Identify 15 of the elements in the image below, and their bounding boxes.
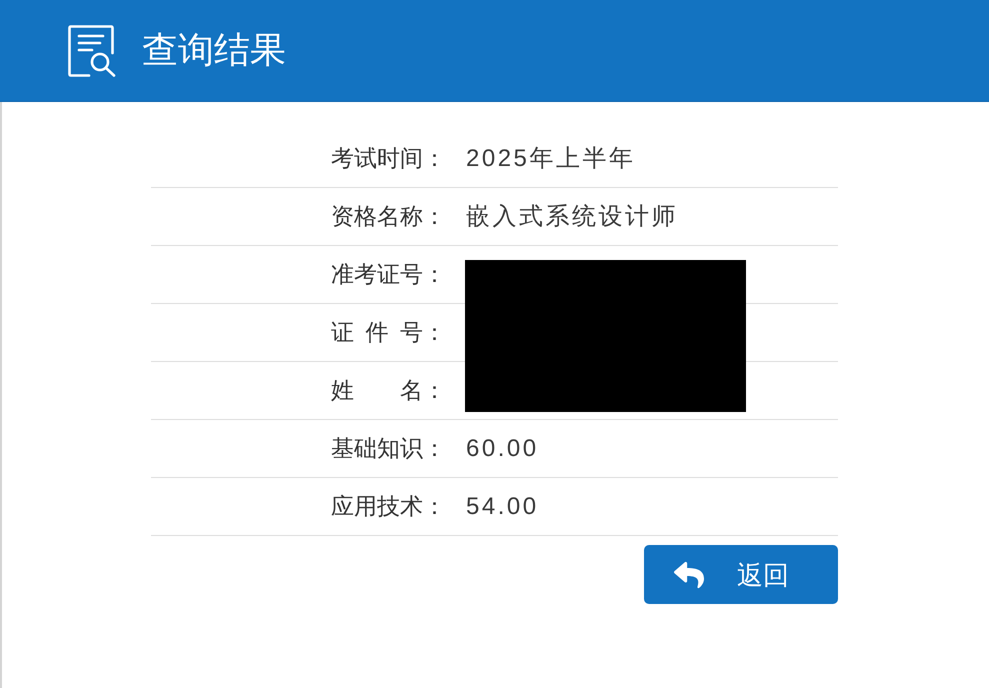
page-title: 查询结果 [142,32,286,70]
field-label: 应用技术： [331,492,446,522]
field-label: 资格名称： [331,202,446,232]
reply-arrow-icon [671,560,707,590]
document-search-icon [68,24,116,76]
back-button[interactable]: 返回 [644,545,838,604]
field-label: 考试时间： [331,144,446,174]
field-label: 基础知识： [331,434,446,464]
field-label: 证 件 号： [331,318,446,348]
field-value: 54.00 [466,492,539,522]
field-value: 嵌入式系统设计师 [466,202,678,232]
field-label: 姓 名： [331,376,446,406]
field-label: 准考证号： [331,260,446,290]
field-value: 60.00 [466,434,539,464]
field-value: 2025年上半年 [466,144,636,174]
